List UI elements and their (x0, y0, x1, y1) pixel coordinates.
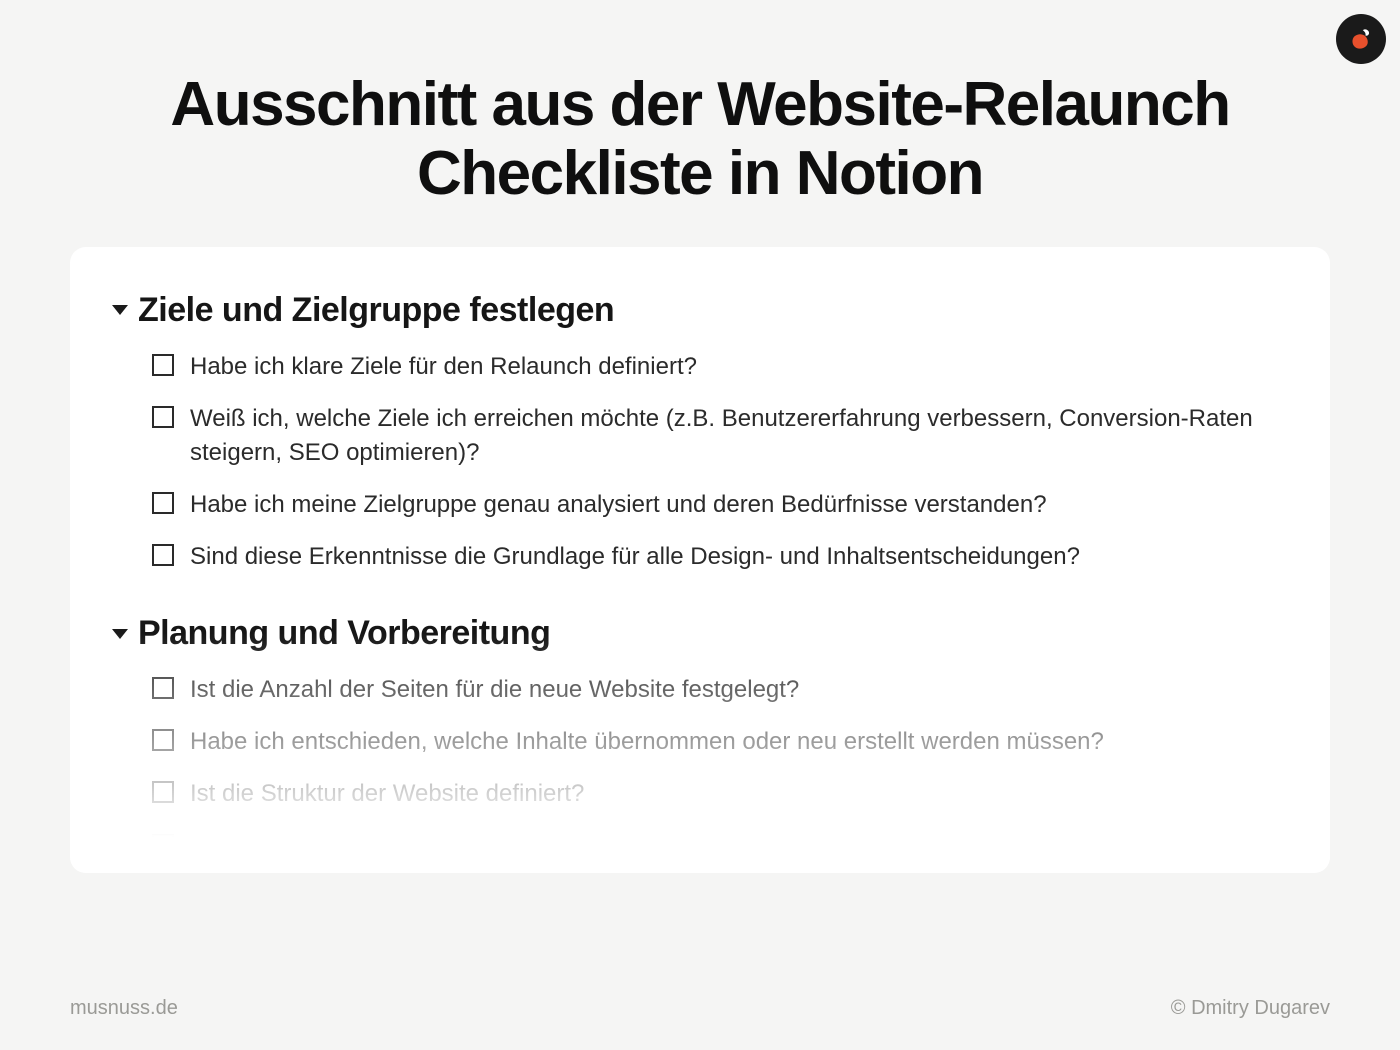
list-item: Weiß ich, welche Ziele ich erreichen möc… (152, 402, 1288, 470)
checklist: Habe ich klare Ziele für den Relaunch de… (112, 350, 1288, 574)
check-label: Sind diese Erkenntnisse die Grundlage fü… (190, 540, 1080, 574)
chevron-down-icon (112, 305, 128, 315)
checkbox[interactable] (152, 834, 174, 856)
check-label: Habe ich klare Ziele für den Relaunch de… (190, 350, 697, 384)
section-title: Ziele und Zielgruppe festlegen (138, 291, 614, 330)
list-item: Ist die Anzahl der Seiten für die neue W… (152, 673, 1288, 707)
check-label: Ist die Struktur der Website definiert? (190, 777, 584, 811)
checkbox[interactable] (152, 781, 174, 803)
checkbox[interactable] (152, 729, 174, 751)
list-item: Ist die Struktur der Website definiert? (152, 777, 1288, 811)
check-label: Weiß ich, welche Ziele ich erreichen möc… (190, 402, 1288, 470)
list-item: Habe ich klare Ziele für den Relaunch de… (152, 350, 1288, 384)
footer: musnuss.de © Dmitry Dugarev (70, 997, 1330, 1020)
brand-logo (1336, 14, 1386, 64)
list-item: Sind diese Erkenntnisse die Grundlage fü… (152, 540, 1288, 574)
nut-icon (1347, 25, 1375, 53)
list-item: Passt die Website in meinen Marketing-Fu… (152, 830, 1288, 873)
checkbox[interactable] (152, 354, 174, 376)
checkbox[interactable] (152, 406, 174, 428)
check-label: Habe ich entschieden, welche Inhalte übe… (190, 725, 1104, 759)
check-label: Ist die Anzahl der Seiten für die neue W… (190, 673, 799, 707)
checklist: Ist die Anzahl der Seiten für die neue W… (112, 673, 1288, 873)
chevron-down-icon (112, 629, 128, 639)
list-item: Habe ich entschieden, welche Inhalte übe… (152, 725, 1288, 759)
check-label: Passt die Website in meinen Marketing-Fu… (190, 830, 1288, 873)
footer-copyright: © Dmitry Dugarev (1171, 997, 1330, 1020)
checkbox[interactable] (152, 544, 174, 566)
checkbox[interactable] (152, 492, 174, 514)
checkbox[interactable] (152, 677, 174, 699)
section-planning: Planung und Vorbereitung Ist die Anzahl … (112, 614, 1288, 873)
section-toggle-goals[interactable]: Ziele und Zielgruppe festlegen (112, 291, 1288, 330)
footer-domain: musnuss.de (70, 997, 178, 1020)
section-title: Planung und Vorbereitung (138, 614, 550, 653)
checklist-card: Ziele und Zielgruppe festlegen Habe ich … (70, 247, 1330, 873)
check-label: Habe ich meine Zielgruppe genau analysie… (190, 488, 1047, 522)
list-item: Habe ich meine Zielgruppe genau analysie… (152, 488, 1288, 522)
page-title: Ausschnitt aus der Website-Relaunch Chec… (0, 0, 1400, 247)
section-toggle-planning[interactable]: Planung und Vorbereitung (112, 614, 1288, 653)
section-goals: Ziele und Zielgruppe festlegen Habe ich … (112, 291, 1288, 574)
